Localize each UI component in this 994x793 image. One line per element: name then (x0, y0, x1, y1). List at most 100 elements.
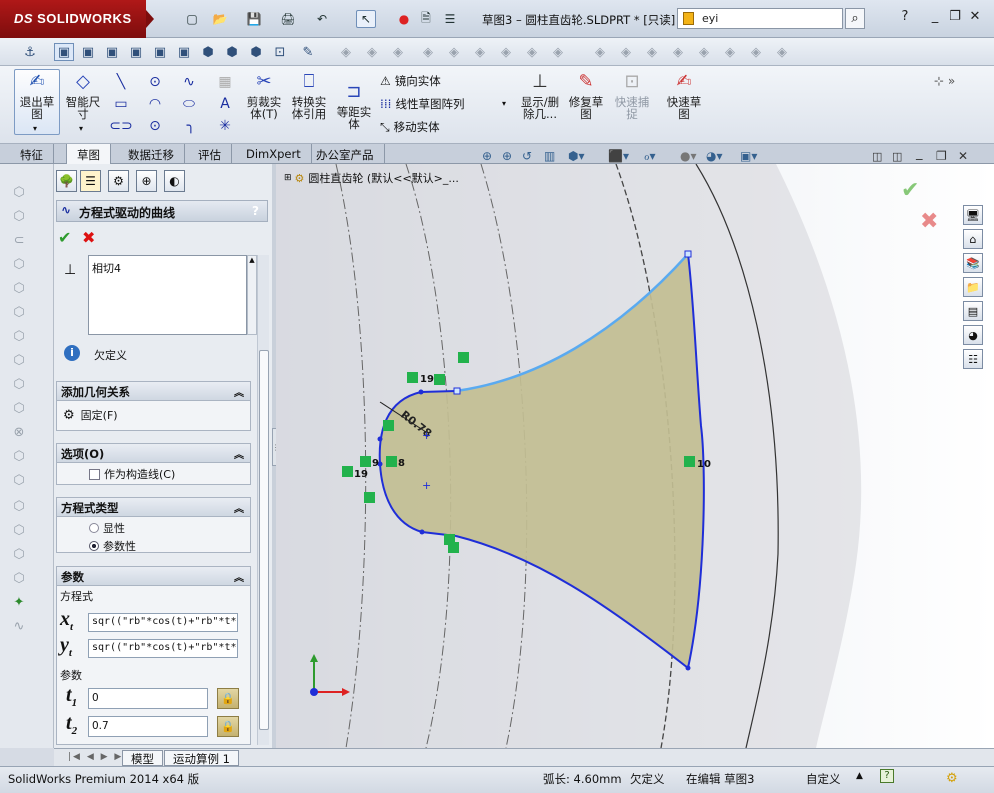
tool-4-icon[interactable]: ⬡ (8, 254, 30, 274)
sketch-point[interactable] (377, 436, 383, 442)
open-folder-icon[interactable]: 📂 (210, 10, 230, 28)
collapse-chevron-icon[interactable]: ︽ (234, 446, 244, 461)
tool-3-icon[interactable]: ⊂ (8, 230, 30, 250)
cancel-button[interactable]: ✖ (82, 228, 95, 247)
view-right-icon[interactable]: ▣ (126, 43, 146, 61)
tool-5-icon[interactable]: ⬡ (8, 278, 30, 298)
viewport-split-icon[interactable]: ◫ (872, 150, 882, 163)
tab-data-migration[interactable]: 数据迁移 (118, 144, 185, 164)
property-manager-tab-icon[interactable]: ☰ (80, 170, 101, 192)
explicit-radio[interactable] (89, 523, 99, 533)
t1-input[interactable]: 0 (88, 688, 208, 709)
tool-1-icon[interactable]: ⬡ (8, 182, 30, 202)
view-left-icon[interactable]: ▣ (102, 43, 122, 61)
undo-icon[interactable]: ↶ (312, 10, 332, 28)
equal-relation-icon[interactable] (342, 466, 353, 477)
file-properties-icon[interactable]: 🗎 (416, 10, 436, 28)
graphics-area[interactable]: R0.78 + + 19 9 8 19 10 ✔ ✖ (276, 164, 994, 748)
t2-input[interactable]: 0.7 (88, 716, 208, 737)
tool-7-icon[interactable]: ⬡ (8, 326, 30, 346)
save-icon[interactable]: 💾 (244, 10, 264, 28)
tool-curve-icon[interactable]: ✦ (8, 592, 30, 612)
confirm-check-icon[interactable]: ✔ (901, 178, 919, 203)
tool-6-icon[interactable]: ⬡ (8, 302, 30, 322)
equal-relation-icon[interactable] (407, 372, 418, 383)
dimxpert-tab-icon[interactable]: ⊕ (136, 170, 157, 192)
print-icon[interactable]: 🖨 (278, 10, 298, 28)
arc-icon[interactable]: ◠ (144, 94, 166, 114)
hide-show-icon[interactable]: ℴ▾ (644, 149, 656, 163)
exit-sketch-label-group[interactable]: ✍ 退出草 图 (16, 70, 58, 121)
sketch-canvas[interactable]: R0.78 + + 19 9 8 19 10 ✔ ✖ (276, 164, 994, 748)
tab-motion-study-1[interactable]: 运动算例 1 (164, 750, 239, 766)
trim-entities-button[interactable]: ✂ 剪裁实 体(T) (244, 70, 284, 121)
parametric-radio[interactable] (89, 541, 99, 551)
view-trimetric-icon[interactable]: ⬢ (222, 43, 242, 61)
collapse-chevron-icon[interactable]: ︽ (234, 500, 244, 515)
tool-11-icon[interactable]: ⊗ (8, 422, 30, 442)
tab-features[interactable]: 特征 (10, 144, 54, 164)
tool-9-icon[interactable]: ⬡ (8, 374, 30, 394)
spline-icon[interactable]: ∿ (178, 72, 200, 92)
tangent-relation-icon[interactable] (684, 456, 695, 467)
panel-scrollbar[interactable] (257, 255, 269, 745)
tab-office-products[interactable]: 办公室产品 (306, 144, 385, 164)
tangent-relation-icon[interactable] (364, 492, 375, 503)
solidworks-resources-icon[interactable]: 🖥 (963, 205, 983, 225)
tab-evaluate[interactable]: 评估 (188, 144, 232, 164)
equal-relation-icon[interactable] (360, 456, 371, 467)
view-settings-icon[interactable]: ▣▾ (740, 149, 757, 163)
search-input[interactable]: eyi (677, 8, 843, 29)
circle-icon[interactable]: ⊙ (144, 72, 166, 92)
zoom-area-icon[interactable]: ⊕ (502, 149, 512, 163)
doc-restore-icon[interactable]: ❐ (936, 149, 947, 163)
linear-pattern-button[interactable]: ⁞⁞⁞ 线性草图阵列 (380, 96, 464, 112)
tool-16-icon[interactable]: ⬡ (8, 544, 30, 564)
mirror-entities-button[interactable]: ⚠ 镜向实体 (380, 73, 441, 89)
offset-entities-button[interactable]: ⊐ 等距实 体 (334, 80, 374, 131)
polygon-icon[interactable]: ⊙ (144, 116, 166, 136)
view-front-icon[interactable]: ▣ (54, 43, 74, 61)
exit-sketch-dropdown-icon[interactable]: ▾ (33, 124, 37, 133)
construction-checkbox[interactable] (89, 468, 100, 480)
sketch-point[interactable] (419, 529, 425, 535)
view-top-icon[interactable]: ▣ (150, 43, 170, 61)
status-help-icon[interactable]: ? (880, 769, 894, 783)
text-a-icon[interactable]: A (214, 94, 236, 114)
minimize-icon[interactable]: _ (926, 9, 944, 24)
file-explorer-icon[interactable]: 📁 (963, 277, 983, 297)
home-icon[interactable]: ⌂ (963, 229, 983, 249)
units-up-arrow-icon[interactable]: ▲ (856, 771, 863, 781)
zoom-to-fit-icon[interactable]: ⊕ (482, 149, 492, 163)
view-palette-icon[interactable]: ▤ (963, 301, 983, 321)
fix-relation-button[interactable]: ⚙ 固定(F) (57, 401, 250, 429)
new-document-icon[interactable]: ▢ (182, 10, 202, 28)
display-delete-relations-button[interactable]: ⊥ 显示/删 除几... (516, 70, 564, 121)
options-header[interactable]: 选项(O) ︽ (57, 444, 250, 463)
rapid-sketch-button[interactable]: ✍ 快速草 图 (664, 70, 704, 121)
t2-lock-icon[interactable]: 🔒 (217, 716, 239, 737)
tangent-relation-icon[interactable] (386, 456, 397, 467)
curve-endpoint-1[interactable] (453, 387, 461, 395)
viewport-single-icon[interactable]: ◫ (892, 150, 902, 163)
search-icon[interactable]: ⌕ (845, 8, 865, 29)
view-orientation-icon[interactable]: ⬢▾ (568, 149, 585, 163)
tangent-relation-icon[interactable] (383, 420, 394, 431)
view-dimetric-icon[interactable]: ⬢ (246, 43, 266, 61)
tool-2-icon[interactable]: ⬡ (8, 206, 30, 226)
list-item[interactable]: 相切4 (92, 260, 243, 276)
ok-button[interactable]: ✔ (58, 228, 71, 247)
tool-13-icon[interactable]: ⬡ (8, 470, 30, 490)
doc-minimize-icon[interactable]: _ (916, 146, 923, 161)
move-entities-button[interactable]: ⤡ 移动实体 (380, 119, 440, 135)
tool-17-icon[interactable]: ⬡ (8, 568, 30, 588)
restore-icon[interactable]: ❐ (946, 9, 964, 24)
tab-model[interactable]: 模型 (122, 750, 163, 766)
view-back-icon[interactable]: ▣ (78, 43, 98, 61)
help-icon[interactable]: ? (896, 9, 914, 24)
tab-dimxpert[interactable]: DimXpert (236, 144, 312, 164)
display-manager-tab-icon[interactable]: ◐ (164, 170, 185, 192)
sketch-point[interactable] (418, 389, 424, 395)
curve-endpoint-2[interactable] (684, 250, 692, 258)
confirm-cancel-icon[interactable]: ✖ (920, 209, 938, 234)
